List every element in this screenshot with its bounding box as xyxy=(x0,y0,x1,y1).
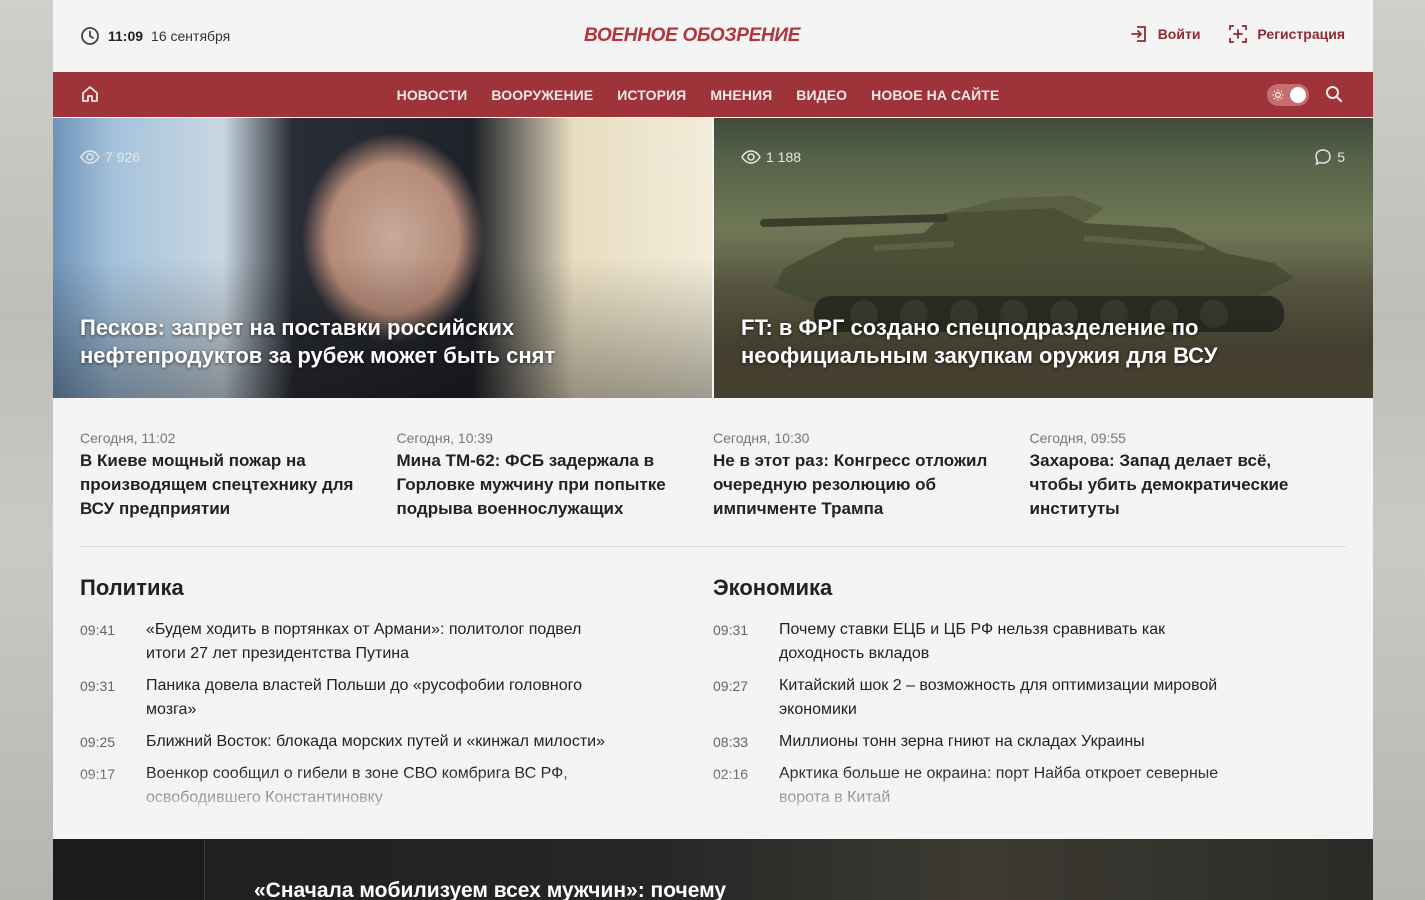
latest-title[interactable]: Захарова: Запад делает всё, чтобы убить … xyxy=(1030,449,1327,521)
banner-title[interactable]: «Сначала мобилизуем всех мужчин»: почему xyxy=(254,879,726,900)
section-title[interactable]: Экономика xyxy=(713,575,1346,601)
comments-counter[interactable]: 37 xyxy=(645,148,684,166)
comments-counter[interactable]: 5 xyxy=(1314,148,1345,166)
latest-title[interactable]: Не в этот раз: Конгресс отложил очередну… xyxy=(713,449,1010,521)
news-link[interactable]: «Будем ходить в портянках от Армани»: по… xyxy=(146,618,616,666)
nav-item-opinions[interactable]: МНЕНИЯ xyxy=(710,87,772,103)
clock-icon xyxy=(81,27,99,45)
page: 11:09 16 сентября ВОЕННОЕ ОБОЗРЕНИЕ Войт… xyxy=(53,0,1373,900)
latest-item[interactable]: Сегодня, 11:02 В Киеве мощный пожар на п… xyxy=(80,428,397,546)
views-counter: 1 188 xyxy=(741,148,801,166)
hero-meta: 1 188 5 xyxy=(741,148,1345,166)
news-row[interactable]: 09:31 Паника довела властей Польши до «р… xyxy=(80,674,713,722)
news-link[interactable]: Ближний Восток: блокада морских путей и … xyxy=(146,730,616,754)
auth-links: Войти Регистрация xyxy=(1129,24,1345,44)
nav-menu: НОВОСТИ ВООРУЖЕНИЕ ИСТОРИЯ МНЕНИЯ ВИДЕО … xyxy=(53,72,1373,117)
news-row[interactable]: 09:41 «Будем ходить в портянках от Арман… xyxy=(80,618,713,666)
comments-count: 37 xyxy=(668,149,684,165)
search-icon[interactable] xyxy=(1325,85,1343,103)
site-logo[interactable]: ВОЕННОЕ ОБОЗРЕНИЕ xyxy=(584,16,850,56)
comment-icon xyxy=(646,149,663,166)
current-date: 16 сентября xyxy=(151,28,231,44)
news-row[interactable]: 09:31 Почему ставки ЕЦБ и ЦБ РФ нельзя с… xyxy=(713,618,1346,666)
login-link[interactable]: Войти xyxy=(1129,24,1201,44)
register-link[interactable]: Регистрация xyxy=(1228,24,1345,44)
latest-item[interactable]: Сегодня, 10:39 Мина ТМ-62: ФСБ задержала… xyxy=(397,428,714,546)
news-row[interactable]: 09:17 Военкор сообщил о гибели в зоне СВ… xyxy=(80,762,713,810)
news-link[interactable]: Китайский шок 2 – возможность для оптими… xyxy=(779,674,1249,722)
latest-news: Сегодня, 11:02 В Киеве мощный пожар на п… xyxy=(53,398,1373,546)
news-row[interactable]: 08:33 Миллионы тонн зерна гниют на склад… xyxy=(713,730,1346,754)
comment-icon xyxy=(1315,149,1331,166)
news-row[interactable]: 02:16 Арктика больше не окраина: порт На… xyxy=(713,762,1346,810)
nav-item-weapons[interactable]: ВООРУЖЕНИЕ xyxy=(491,87,593,103)
clock: 11:09 16 сентября xyxy=(80,26,230,46)
top-bar: 11:09 16 сентября ВОЕННОЕ ОБОЗРЕНИЕ Войт… xyxy=(53,0,1373,72)
latest-date: Сегодня, 10:39 xyxy=(396,430,493,446)
news-link[interactable]: Арктика больше не окраина: порт Найба от… xyxy=(779,762,1249,810)
theme-toggle[interactable] xyxy=(1267,84,1309,106)
views-count: 1 188 xyxy=(766,149,802,165)
latest-item[interactable]: Сегодня, 09:55 Захарова: Запад делает вс… xyxy=(1030,428,1347,546)
latest-date: Сегодня, 10:30 xyxy=(713,430,810,446)
toggle-knob xyxy=(1290,87,1306,103)
news-link[interactable]: Почему ставки ЕЦБ и ЦБ РФ нельзя сравнив… xyxy=(779,618,1249,666)
news-link[interactable]: Военкор сообщил о гибели в зоне СВО комб… xyxy=(146,762,616,810)
news-row[interactable]: 09:27 Китайский шок 2 – возможность для … xyxy=(713,674,1346,722)
page-background-right xyxy=(1372,0,1425,900)
hero-section: 7 926 37 Песков: запрет на поставки росс… xyxy=(53,118,1373,398)
current-time: 11:09 xyxy=(108,28,144,44)
hero-card[interactable]: 7 926 37 Песков: запрет на поставки росс… xyxy=(53,118,712,398)
hero-title[interactable]: FT: в ФРГ создано спецподразделение по н… xyxy=(741,314,1281,370)
news-time: 09:25 xyxy=(80,734,116,750)
section-politics: Политика 09:41 «Будем ходить в портянках… xyxy=(80,575,713,818)
section-economy: Экономика 09:31 Почему ставки ЕЦБ и ЦБ Р… xyxy=(713,575,1346,818)
page-background-left xyxy=(0,0,53,900)
latest-title[interactable]: Мина ТМ-62: ФСБ задержала в Горловке муж… xyxy=(397,449,694,521)
category-sections: Политика 09:41 «Будем ходить в портянках… xyxy=(53,547,1373,818)
nav-item-news[interactable]: НОВОСТИ xyxy=(397,87,468,103)
hero-card[interactable]: 1 188 5 FT: в ФРГ создано спецподразделе… xyxy=(714,118,1373,398)
views-counter: 7 926 xyxy=(80,148,140,166)
views-count: 7 926 xyxy=(105,149,141,165)
latest-title[interactable]: В Киеве мощный пожар на производящем спе… xyxy=(80,449,377,521)
main-nav: НОВОСТИ ВООРУЖЕНИЕ ИСТОРИЯ МНЕНИЯ ВИДЕО … xyxy=(53,72,1373,117)
eye-icon xyxy=(80,150,100,164)
news-time: 02:16 xyxy=(713,766,749,782)
logo-text: ВОЕННОЕ ОБОЗРЕНИЕ xyxy=(584,25,801,46)
news-row[interactable]: 09:25 Ближний Восток: блокада морских пу… xyxy=(80,730,713,754)
sun-icon xyxy=(1272,89,1284,101)
section-title[interactable]: Политика xyxy=(80,575,713,601)
latest-date: Сегодня, 11:02 xyxy=(80,430,176,446)
comments-count: 5 xyxy=(1337,149,1345,165)
news-time: 08:33 xyxy=(713,734,749,750)
banner-side-panel xyxy=(53,839,205,900)
latest-item[interactable]: Сегодня, 10:30 Не в этот раз: Конгресс о… xyxy=(713,428,1030,546)
nav-item-new-on-site[interactable]: НОВОЕ НА САЙТЕ xyxy=(871,87,999,103)
hero-meta: 7 926 37 xyxy=(80,148,684,166)
news-time: 09:27 xyxy=(713,678,749,694)
news-time: 09:31 xyxy=(713,622,749,638)
news-link[interactable]: Миллионы тонн зерна гниют на складах Укр… xyxy=(779,730,1249,754)
news-time: 09:17 xyxy=(80,766,116,782)
hero-title[interactable]: Песков: запрет на поставки российских не… xyxy=(80,314,620,370)
login-label: Войти xyxy=(1157,26,1201,42)
login-icon xyxy=(1130,26,1146,42)
news-time: 09:41 xyxy=(80,622,116,638)
nav-item-video[interactable]: ВИДЕО xyxy=(796,87,847,103)
featured-banner[interactable]: «Сначала мобилизуем всех мужчин»: почему xyxy=(53,839,1373,900)
register-label: Регистрация xyxy=(1257,26,1345,42)
news-time: 09:31 xyxy=(80,678,116,694)
eye-icon xyxy=(741,150,761,164)
nav-item-history[interactable]: ИСТОРИЯ xyxy=(617,87,686,103)
register-icon xyxy=(1229,25,1248,43)
news-link[interactable]: Паника довела властей Польши до «русофоб… xyxy=(146,674,616,722)
latest-date: Сегодня, 09:55 xyxy=(1029,430,1126,446)
